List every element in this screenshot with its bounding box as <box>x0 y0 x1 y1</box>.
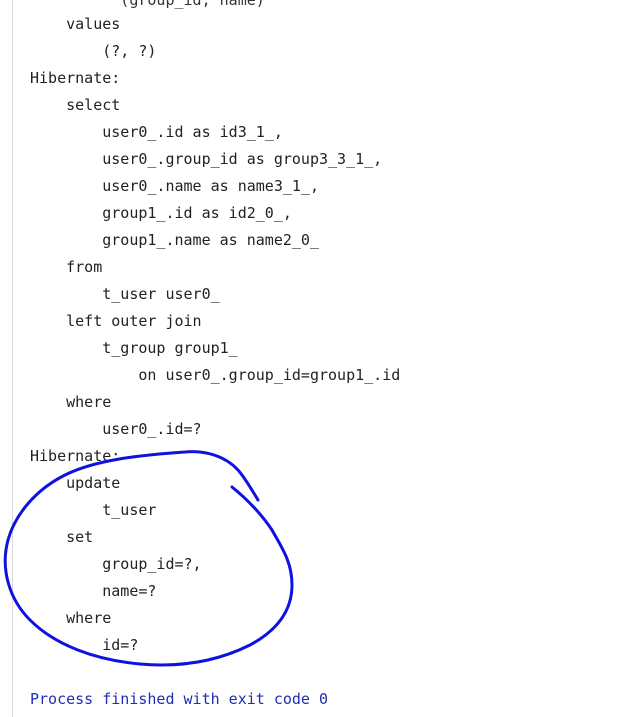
console-line: t_user <box>30 501 157 519</box>
console-line: user0_.name as name3_1_, <box>30 177 319 195</box>
console-line: (?, ?) <box>30 42 157 60</box>
console-line: user0_.id=? <box>30 420 202 438</box>
console-line-partial: (group_id, name) <box>30 0 265 9</box>
console-line: Hibernate: <box>30 447 121 465</box>
console-line: group1_.name as name2_0_ <box>30 231 319 249</box>
console-line: select <box>30 96 121 114</box>
console-output[interactable]: (group_id, name) values (?, ?) Hibernate… <box>0 0 629 717</box>
console-line: t_group group1_ <box>30 339 238 357</box>
gutter-divider <box>12 0 13 717</box>
console-line: group1_.id as id2_0_, <box>30 204 292 222</box>
console-line: on user0_.group_id=group1_.id <box>30 366 401 384</box>
process-exit-message: Process finished with exit code 0 <box>30 690 329 708</box>
console-line: from <box>30 258 103 276</box>
console-line: name=? <box>30 582 157 600</box>
console-line: id=? <box>30 636 139 654</box>
console-line: user0_.group_id as group3_3_1_, <box>30 150 383 168</box>
console-line: update <box>30 474 121 492</box>
console-line: t_user user0_ <box>30 285 220 303</box>
console-line: left outer join <box>30 312 202 330</box>
console-line: where <box>30 609 112 627</box>
console-line: group_id=?, <box>30 555 202 573</box>
console-line: where <box>30 393 112 411</box>
console-line: user0_.id as id3_1_, <box>30 123 283 141</box>
console-line: set <box>30 528 94 546</box>
console-line: Hibernate: <box>30 69 121 87</box>
console-line: values <box>30 15 121 33</box>
